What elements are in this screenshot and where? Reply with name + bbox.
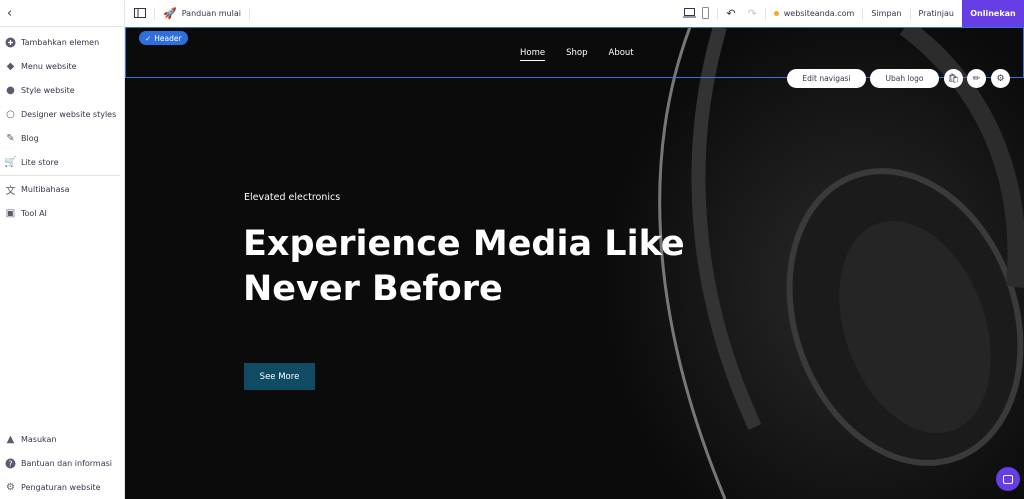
- divider: [0, 175, 120, 176]
- help-icon: ?: [5, 458, 16, 469]
- sidebar-item-label: Designer website styles: [21, 109, 117, 119]
- sidebar-item-label: Multibahasa: [21, 184, 70, 194]
- svg-text:?: ?: [8, 459, 12, 468]
- gear-icon: ⚙: [6, 481, 15, 493]
- palette-icon: ●: [6, 84, 15, 96]
- mobile-view-icon[interactable]: [702, 6, 710, 21]
- desktop-view-icon[interactable]: [683, 7, 697, 20]
- site-nav: Home Shop About: [520, 48, 634, 61]
- hero-subtitle: Elevated electronics: [244, 192, 341, 203]
- sidebar-item-label: Blog: [21, 133, 39, 143]
- top-toolbar: 🚀 Panduan mulai ↶ ↷ websiteanda.com Simpa…: [125, 0, 1024, 27]
- guide-label: Panduan mulai: [181, 9, 242, 18]
- sidebar-toggle-icon[interactable]: [134, 7, 146, 20]
- sidebar-item-settings[interactable]: ⚙ Pengaturan website: [0, 475, 124, 499]
- sidebar-item-label: Bantuan dan informasi: [21, 458, 113, 468]
- domain-link[interactable]: websiteanda.com: [784, 9, 855, 18]
- save-button[interactable]: Simpan: [871, 9, 901, 18]
- check-icon: ✓: [145, 33, 152, 43]
- undo-icon[interactable]: ↶: [726, 7, 735, 20]
- guide-button[interactable]: 🚀 Panduan mulai: [163, 7, 241, 20]
- sidebar: ‹ Tambahkan elemen ◆ Menu website ● Style …: [0, 0, 125, 499]
- sidebar-item-label: Masukan: [21, 434, 57, 444]
- nav-about[interactable]: About: [609, 48, 634, 61]
- brush-icon[interactable]: ✏: [967, 69, 986, 88]
- sidebar-item-label: Style website: [21, 85, 75, 95]
- sidebar-item-add-element[interactable]: Tambahkan elemen: [0, 30, 124, 54]
- status-dot: [773, 11, 779, 16]
- preview-button[interactable]: Pratinjau: [919, 9, 955, 18]
- chat-button[interactable]: [996, 467, 1020, 491]
- sidebar-item-multilanguage[interactable]: 文 Multibahasa: [0, 177, 124, 201]
- change-logo-button[interactable]: Ubah logo: [870, 69, 939, 88]
- cart-icon: 🛒: [4, 156, 17, 168]
- redo-icon[interactable]: ↷: [748, 7, 757, 20]
- sidebar-item-help[interactable]: ? Bantuan dan informasi: [0, 451, 124, 475]
- sidebar-item-label: Menu website: [21, 61, 77, 71]
- settings-icon[interactable]: ⚙: [991, 69, 1010, 88]
- nav-shop[interactable]: Shop: [566, 48, 587, 61]
- sidebar-item-label: Tambahkan elemen: [21, 37, 100, 47]
- edit-icon: ✎: [6, 132, 15, 144]
- sidebar-item-label: Lite store: [21, 157, 59, 167]
- publish-button[interactable]: Onlinekan: [962, 0, 1024, 27]
- header-badge-label: Header: [154, 33, 182, 43]
- sidebar-item-lite-store[interactable]: 🛒 Lite store: [0, 150, 124, 174]
- header-badge[interactable]: ✓ Header: [139, 31, 188, 45]
- sidebar-item-designer-styles[interactable]: ○ Designer website styles: [0, 102, 124, 126]
- nav-home[interactable]: Home: [520, 48, 546, 61]
- chevron-left-icon[interactable]: ‹: [7, 6, 12, 21]
- sidebar-item-blog[interactable]: ✎ Blog: [0, 126, 124, 150]
- hero-title: Experience Media Like Never Before: [243, 224, 685, 309]
- shopping-bag-icon[interactable]: 🛍: [944, 69, 963, 88]
- website-canvas: ✓ Header Home Shop About Edit navigasi Ub…: [125, 27, 1024, 499]
- see-more-button[interactable]: See More: [244, 363, 315, 390]
- chat-icon: [1003, 474, 1013, 484]
- sidebar-item-style[interactable]: ● Style website: [0, 78, 124, 102]
- translate-icon: 文: [5, 185, 16, 197]
- rocket-icon: 🚀: [163, 7, 177, 20]
- sidebar-item-feedback[interactable]: ▲ Masukan: [0, 427, 124, 451]
- plus-circle-icon: [5, 37, 16, 48]
- palette-outline-icon: ○: [6, 108, 15, 120]
- megaphone-icon: ▲: [6, 433, 15, 445]
- sidebar-item-menu[interactable]: ◆ Menu website: [0, 54, 124, 78]
- sidebar-item-label: Pengaturan website: [21, 482, 101, 492]
- robot-icon: ▣: [5, 207, 16, 219]
- sidebar-item-ai-tools[interactable]: ▣ Tool AI: [0, 201, 124, 225]
- layers-icon: ◆: [6, 60, 15, 72]
- edit-navigation-button[interactable]: Edit navigasi: [787, 69, 866, 88]
- sidebar-item-label: Tool AI: [21, 208, 47, 218]
